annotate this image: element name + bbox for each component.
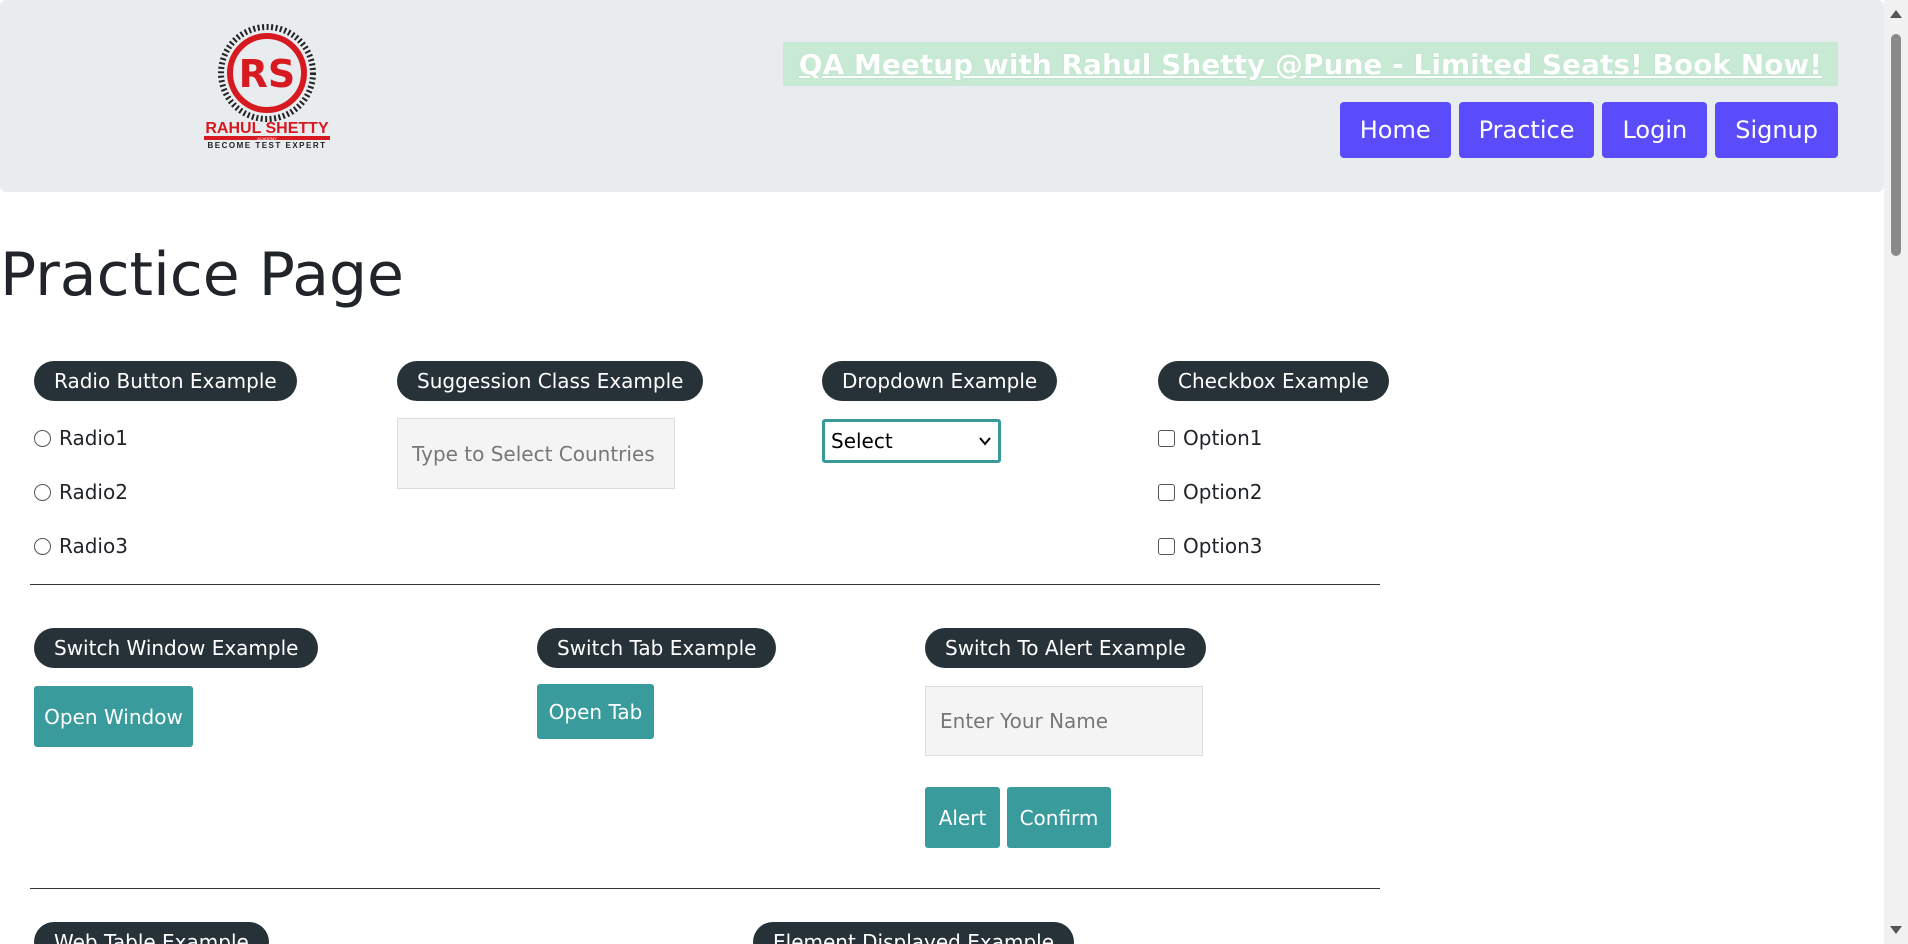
option3-label: Option3 (1183, 534, 1263, 558)
checkbox-legend: Checkbox Example (1158, 361, 1389, 401)
option2-label: Option2 (1183, 480, 1263, 504)
radio3-input[interactable] (34, 537, 51, 555)
scroll-up-arrow-icon[interactable] (1890, 10, 1902, 18)
alert-button[interactable]: Alert (925, 787, 1000, 848)
open-window-button[interactable]: Open Window (34, 686, 193, 747)
web-table-legend: Web Table Example (34, 922, 269, 944)
page-scrollbar[interactable] (1884, 0, 1908, 944)
dropdown-selected-value: Select (831, 429, 893, 453)
scroll-thumb[interactable] (1891, 34, 1901, 256)
section-divider (30, 584, 1380, 585)
dropdown-legend: Dropdown Example (822, 361, 1058, 401)
radio-option-1[interactable]: Radio1 (34, 426, 128, 450)
switch-tab-legend: Switch Tab Example (537, 628, 777, 668)
open-tab-button[interactable]: Open Tab (537, 684, 654, 739)
checkbox-option-1[interactable]: Option1 (1158, 426, 1262, 450)
option1-label: Option1 (1183, 426, 1263, 450)
radio2-label: Radio2 (59, 480, 128, 504)
element-displayed-legend: Element Displayed Example (753, 922, 1075, 944)
checkbox-option-3[interactable]: Option3 (1158, 534, 1262, 558)
country-autocomplete-input[interactable] (397, 418, 675, 489)
logo-tagline: BECOME TEST EXPERT (207, 141, 326, 150)
top-nav: Home Practice Login Signup (1339, 102, 1838, 158)
nav-login-button[interactable]: Login (1602, 102, 1708, 158)
meetup-banner: QA Meetup with Rahul Shetty @Pune - Limi… (782, 42, 1838, 86)
rahul-shetty-logo[interactable]: RS RAHUL SHETTY ACADEMY BECOME TEST EXPE… (202, 20, 332, 150)
scroll-down-arrow-icon[interactable] (1890, 926, 1902, 934)
radio2-input[interactable] (34, 483, 51, 501)
page-title: Practice Page (0, 240, 404, 310)
radio-option-3[interactable]: Radio3 (34, 534, 128, 558)
chevron-down-icon (979, 437, 991, 446)
nav-practice-button[interactable]: Practice (1458, 102, 1595, 158)
dropdown-select[interactable]: Select (822, 419, 1001, 463)
radio-legend: Radio Button Example (34, 361, 297, 401)
radio-option-2[interactable]: Radio2 (34, 480, 128, 504)
name-input[interactable] (925, 686, 1203, 756)
meetup-banner-link[interactable]: QA Meetup with Rahul Shetty @Pune - Limi… (799, 48, 1822, 81)
section-divider (30, 888, 1380, 889)
logo-graphic: RS RAHUL SHETTY ACADEMY BECOME TEST EXPE… (204, 24, 330, 150)
alert-legend: Switch To Alert Example (925, 628, 1206, 668)
radio1-label: Radio1 (59, 426, 128, 450)
nav-home-button[interactable]: Home (1339, 102, 1451, 158)
confirm-button[interactable]: Confirm (1007, 787, 1111, 848)
nav-signup-button[interactable]: Signup (1715, 102, 1838, 158)
logo-monogram: RS (239, 52, 296, 96)
option2-checkbox[interactable] (1158, 483, 1175, 501)
radio3-label: Radio3 (59, 534, 128, 558)
switch-window-legend: Switch Window Example (34, 628, 319, 668)
option1-checkbox[interactable] (1158, 429, 1175, 447)
logo-name: RAHUL SHETTY (205, 120, 329, 137)
radio1-input[interactable] (34, 429, 51, 447)
site-header: RS RAHUL SHETTY ACADEMY BECOME TEST EXPE… (0, 0, 1884, 192)
suggestion-legend: Suggession Class Example (397, 361, 704, 401)
checkbox-option-2[interactable]: Option2 (1158, 480, 1262, 504)
option3-checkbox[interactable] (1158, 537, 1175, 555)
